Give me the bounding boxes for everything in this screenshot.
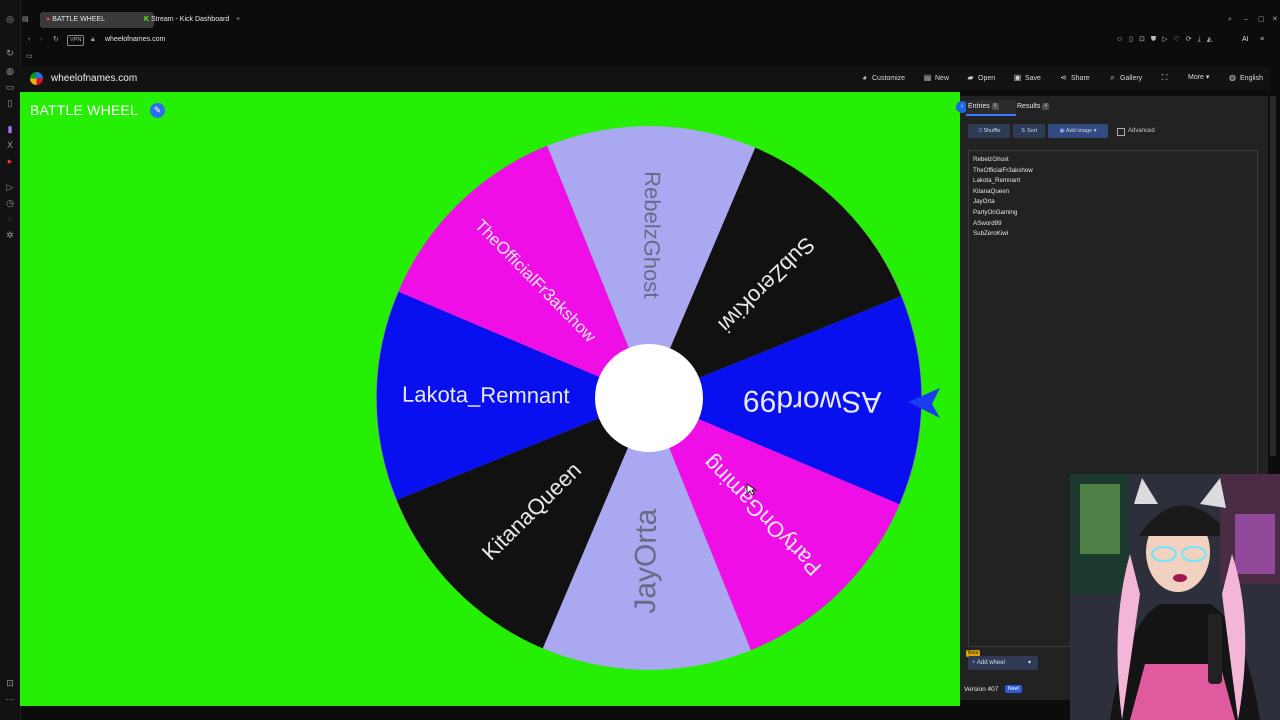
youtube-icon[interactable]: ▸: [5, 156, 15, 166]
shuffle-button[interactable]: ⤮ Shuffle: [968, 124, 1010, 138]
wheel-segment-label: RebelzGhost: [639, 171, 665, 298]
toolbar-icons[interactable]: ☺▯⊡⛊▷♡⟳⤓◭: [1116, 32, 1218, 48]
folder-open-icon: ▰: [967, 73, 974, 82]
list-item: KitanaQueen: [973, 187, 1010, 195]
chevron-down-icon: ▾: [1205, 74, 1210, 81]
tab-kick-dashboard[interactable]: K Stream - Kick Dashboard: [138, 12, 244, 28]
chevron-down-icon: ▾: [1093, 128, 1097, 134]
entries-count-badge: 8: [991, 102, 999, 110]
list-item: SubZeroKiwi: [973, 230, 1009, 238]
reload-icon[interactable]: ↻: [53, 32, 59, 48]
tab-battle-wheel[interactable]: ● BATTLE WHEEL: [40, 12, 154, 28]
browser-sidebar: ◎ ↻ ◍ ▭ ▯ ▮ X ▸ ▷ ◷ ◌ ✲ ⊡ ⋯: [0, 0, 21, 720]
wheel-center[interactable]: [595, 344, 703, 452]
search-tabs-icon[interactable]: ⌕: [1222, 12, 1238, 28]
streamer-webcam-image: [1070, 474, 1280, 720]
sort-button[interactable]: ⇅ Sort: [1013, 124, 1045, 138]
image-icon: ▣: [1059, 128, 1065, 134]
list-item: ASword99: [973, 219, 1002, 227]
open-button[interactable]: ▰ Open: [966, 67, 995, 91]
list-item: JayOrta: [973, 198, 995, 206]
chevron-down-icon[interactable]: ▾: [1028, 656, 1031, 670]
gallery-button[interactable]: ⌕ Gallery: [1108, 67, 1142, 91]
wheel-segment-label: JayOrta: [629, 508, 663, 614]
aria-icon[interactable]: ↻: [5, 48, 15, 58]
share-icon: ⋖: [1060, 73, 1067, 82]
tab-title: Stream - Kick Dashboard: [151, 16, 230, 23]
twitch-app-icon[interactable]: ▮: [5, 124, 15, 134]
results-count-badge: 4: [1042, 102, 1050, 110]
shuffle-icon: ⤮: [977, 128, 982, 134]
tab-switcher-icon[interactable]: ▤: [22, 12, 30, 28]
list-item: Lakota_Remnant: [973, 177, 1021, 185]
app-header: wheelofnames.com ◕ Customize ▤ New ▰ Open ▣…: [20, 67, 1270, 91]
wheel-favicon-icon: ●: [46, 16, 51, 23]
forward-icon[interactable]: ›: [40, 32, 42, 48]
advanced-checkbox[interactable]: [1117, 128, 1125, 136]
easy-setup-icon[interactable]: ≡: [1260, 32, 1264, 48]
share-button[interactable]: ⋖ Share: [1059, 67, 1090, 91]
list-item: RebelzGhost: [973, 156, 1009, 163]
wheel-svg[interactable]: RebelzGhost SubZeroKiwiASword99PartyOnGam…: [20, 92, 960, 706]
bookmark-icon[interactable]: ▭: [5, 82, 15, 92]
add-wheel-button[interactable]: + Add wheel ▾: [968, 656, 1038, 670]
brand-title[interactable]: wheelofnames.com: [51, 73, 137, 84]
bag-icon[interactable]: ◍: [5, 66, 15, 76]
address-bar-row: ‹ › ↻ VPN 🔒︎ wheelofnames.com ☺▯⊡⛊▷♡⟳⤓◭ …: [20, 32, 1280, 48]
player-icon[interactable]: ▷: [5, 182, 15, 192]
lock-icon[interactable]: 🔒︎: [91, 32, 95, 48]
wheel-logo-icon[interactable]: [30, 72, 43, 85]
plus-icon: +: [972, 660, 976, 666]
wheel-segment-label: Lakota_Remnant: [402, 382, 570, 408]
tab-bar: ▤ ● BATTLE WHEEL K Stream - Kick Dashboa…: [20, 12, 1280, 28]
tab-results[interactable]: Results 4: [1017, 100, 1065, 114]
kick-favicon-icon: K: [144, 16, 150, 23]
back-icon[interactable]: ‹: [28, 32, 30, 48]
new-tab-button[interactable]: +: [230, 12, 246, 28]
twitch-icon[interactable]: ▯: [5, 98, 15, 108]
new-badge: New!: [1005, 685, 1023, 693]
language-button[interactable]: ◍ English: [1228, 67, 1263, 91]
add-image-button[interactable]: ▣ Add image ▾: [1048, 124, 1108, 138]
sidebar-more-icon[interactable]: ⋯: [5, 694, 15, 704]
close-window-icon[interactable]: ✕: [1266, 12, 1280, 28]
advanced-label: Advanced: [1128, 128, 1155, 134]
x-icon[interactable]: X: [5, 140, 15, 150]
tab-title: BATTLE WHEEL: [52, 16, 105, 23]
folder-icon[interactable]: ▭: [26, 52, 33, 60]
search-icon: ⌕: [1110, 73, 1115, 82]
save-button[interactable]: ▣ Save: [1013, 67, 1041, 91]
save-icon: ▣: [1013, 73, 1022, 82]
fullscreen-icon: ⛶: [1161, 73, 1168, 82]
tab-entries[interactable]: Entries 8: [966, 100, 1016, 116]
version-label: Version 407: [964, 686, 999, 693]
vpn-badge[interactable]: VPN: [67, 35, 85, 46]
list-item: TheOfficialFr3akshow: [973, 166, 1033, 174]
wheel-stage[interactable]: BATTLE WHEEL ✎ RebelzGhost SubZeroKiwi ASw…: [20, 92, 960, 706]
url-field[interactable]: wheelofnames.com: [105, 32, 165, 48]
more-button[interactable]: More ▾: [1188, 67, 1209, 91]
globe-icon: ◍: [1229, 73, 1236, 82]
file-icon: ▤: [923, 73, 932, 82]
settings-icon[interactable]: ✲: [5, 230, 15, 240]
opera-logo-icon[interactable]: ◎: [5, 14, 15, 24]
list-item: PartyOnGaming: [973, 209, 1018, 216]
bookmark-bar: ▭: [20, 50, 1280, 66]
customize-button[interactable]: ◕ Customize: [860, 67, 905, 91]
history-icon[interactable]: ◷: [5, 198, 15, 208]
wheel-segment-label: ASword99: [743, 384, 882, 418]
panel-scrollbar[interactable]: [1270, 96, 1276, 456]
sort-icon: ⇅: [1020, 128, 1026, 134]
extensions-icon[interactable]: ⊡: [5, 678, 15, 688]
webcam-overlay: [1070, 474, 1280, 720]
new-button[interactable]: ▤ New: [923, 67, 949, 91]
palette-icon: ◕: [862, 73, 867, 82]
fullscreen-button[interactable]: ⛶: [1160, 67, 1172, 91]
chat-icon[interactable]: ◌: [5, 214, 15, 224]
ai-button[interactable]: AI: [1242, 32, 1249, 48]
